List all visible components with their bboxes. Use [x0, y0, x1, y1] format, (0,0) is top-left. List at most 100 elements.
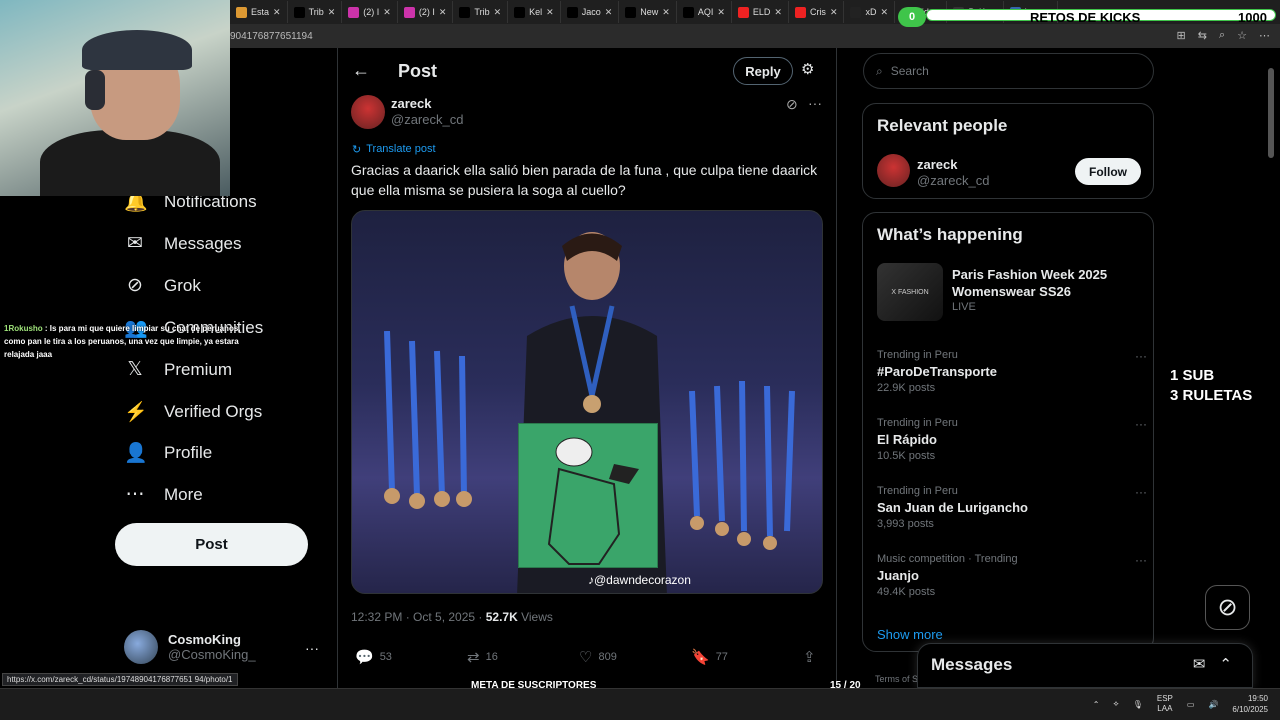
tab-close-icon[interactable]: ✕	[383, 7, 391, 18]
lightning-icon: ⚡	[124, 402, 148, 423]
views-label: Views	[517, 610, 553, 624]
action-count: 77	[715, 651, 728, 663]
trend-more-icon[interactable]: ···	[1135, 417, 1147, 431]
tab-close-icon[interactable]: ✕	[273, 7, 281, 18]
post-media-image[interactable]: ♪@dawndecorazon	[351, 210, 823, 594]
author-avatar[interactable]	[351, 95, 385, 129]
page-scrollbar[interactable]	[1267, 50, 1275, 680]
featured-event-title[interactable]: Paris Fashion Week 2025 Womenswear SS26	[952, 266, 1142, 300]
browser-tab[interactable]: Trib ✕	[453, 1, 509, 23]
reply-button[interactable]: Reply	[733, 57, 793, 85]
compose-post-button[interactable]: Post	[115, 523, 308, 566]
account-switcher[interactable]: CosmoKing @CosmoKing_	[124, 630, 256, 664]
browser-tab[interactable]: AQI ✕	[677, 1, 732, 23]
chat-user: 1Rokusho	[4, 324, 43, 333]
bookmark-icon: 🔖	[691, 649, 710, 666]
author-name[interactable]: zareck	[391, 96, 431, 111]
trend-more-icon[interactable]: ···	[1135, 349, 1147, 363]
network-icon[interactable]: ⟡	[1113, 699, 1118, 709]
tab-close-icon[interactable]: ✕	[328, 7, 336, 18]
browser-tab[interactable]: (2) I ✕	[342, 1, 398, 23]
browser-tab[interactable]: Kel ✕	[508, 1, 561, 23]
media-credit-text: ♪@dawndecorazon	[588, 573, 691, 587]
post-timestamp[interactable]: 12:32 PM · Oct 5, 2025 · 52.7K Views	[351, 610, 553, 624]
tab-favicon-icon	[293, 6, 305, 18]
relevant-person-name[interactable]: zareck	[917, 157, 957, 172]
follow-button[interactable]: Follow	[1075, 158, 1141, 185]
tab-close-icon[interactable]: ✕	[546, 7, 554, 18]
search-placeholder: Search	[890, 64, 929, 78]
tab-close-icon[interactable]: ✕	[717, 7, 725, 18]
nav-item-grok[interactable]: ⊘ Grok	[124, 274, 201, 297]
translate-post-link[interactable]: ↻ Translate post	[352, 143, 436, 156]
relevant-person-avatar[interactable]	[877, 154, 910, 187]
tray-chevron-icon[interactable]: ⌃	[1093, 700, 1100, 709]
new-message-icon[interactable]: ✉	[1193, 655, 1206, 673]
zoom-icon[interactable]: ⌕	[1219, 29, 1225, 42]
like-action[interactable]: ♡ 809	[579, 648, 617, 666]
translate-icon[interactable]: ⇆	[1198, 29, 1207, 42]
tab-close-icon[interactable]: ✕	[439, 7, 447, 18]
whats-happening-card: What’s happening X FASHION Paris Fashion…	[862, 212, 1154, 652]
menu-dots-icon[interactable]: ⋯	[1259, 29, 1270, 42]
reply-action[interactable]: 💬 53	[355, 648, 392, 666]
reply-icon: 💬	[355, 649, 374, 666]
tune-icon[interactable]: ⚙	[801, 60, 814, 78]
browser-tab[interactable]: Jaco ✕	[561, 1, 620, 23]
tab-close-icon[interactable]: ✕	[830, 7, 838, 18]
trend-item[interactable]: Trending in Peru San Juan de Lurigancho 3,…	[877, 485, 1147, 530]
nav-item-messages[interactable]: ✉ Messages	[124, 232, 241, 255]
trend-item[interactable]: Trending in Peru #ParoDeTransporte 22.9K p…	[877, 349, 1147, 394]
bookmark-action[interactable]: 🔖 77	[691, 648, 728, 666]
browser-tab[interactable]: New ✕	[619, 1, 677, 23]
language-indicator[interactable]: ESP LAA	[1157, 694, 1173, 714]
nav-item-label: More	[164, 484, 203, 504]
search-input[interactable]: ⌕ Search	[863, 53, 1154, 89]
trend-more-icon[interactable]: ···	[1135, 553, 1147, 567]
expand-icon[interactable]: ⌃	[1219, 655, 1232, 673]
relevant-person-handle[interactable]: @zareck_cd	[917, 173, 989, 188]
show-more-link[interactable]: Show more	[877, 627, 943, 642]
account-more-icon[interactable]: ···	[305, 640, 319, 656]
tab-close-icon[interactable]: ✕	[605, 7, 613, 18]
browser-tab[interactable]: Esta ✕	[230, 1, 288, 23]
tab-label: ELD	[752, 7, 771, 17]
tab-close-icon[interactable]: ✕	[880, 7, 888, 18]
back-arrow-icon[interactable]: ←	[352, 60, 370, 81]
nav-item-profile[interactable]: 👤 Profile	[124, 441, 212, 465]
browser-tab[interactable]: Cris ✕	[789, 1, 845, 23]
url-text[interactable]: 904176877651194	[230, 31, 313, 42]
browser-tab[interactable]: ELD ✕	[732, 1, 789, 23]
nav-item-more[interactable]: ⋯ More	[124, 483, 203, 506]
nav-item-premium[interactable]: 𝕏 Premium	[124, 358, 232, 381]
bookmark-star-icon[interactable]: ☆	[1237, 29, 1247, 42]
display-icon[interactable]: ▭	[1187, 700, 1195, 709]
volume-icon[interactable]: 🔊	[1208, 700, 1218, 709]
tab-close-icon[interactable]: ✕	[662, 7, 670, 18]
browser-tab[interactable]: (2) I ✕	[398, 1, 454, 23]
author-handle[interactable]: @zareck_cd	[391, 112, 463, 127]
browser-tab[interactable]: Trib ✕	[288, 1, 343, 23]
tab-close-icon[interactable]: ✕	[494, 7, 502, 18]
featured-event-thumbnail[interactable]: X FASHION	[877, 263, 943, 321]
grok-explain-icon[interactable]: ⊘	[786, 96, 798, 113]
repost-action[interactable]: ⇄ 16	[467, 648, 498, 666]
post-more-icon[interactable]: ···	[808, 95, 822, 111]
more-circle-icon: ⋯	[125, 484, 145, 505]
trend-item[interactable]: Music competition · Trending Juanjo 49.4K …	[877, 553, 1147, 598]
share-action[interactable]: ⇪	[803, 648, 822, 666]
browser-tab[interactable]: xD ✕	[844, 1, 896, 23]
trend-more-icon[interactable]: ···	[1135, 485, 1147, 499]
trend-item[interactable]: Trending in Peru El Rápido 10.5K posts ···	[877, 417, 1147, 462]
terms-link[interactable]: Terms of S	[875, 674, 918, 684]
extensions-icon[interactable]: ⊞	[1177, 29, 1186, 42]
grok-floating-button[interactable]: ⊘	[1205, 585, 1250, 630]
clock[interactable]: 19:50 6/10/2025	[1232, 693, 1268, 715]
scrollbar-thumb[interactable]	[1268, 68, 1274, 158]
tab-close-icon[interactable]: ✕	[774, 7, 782, 18]
trend-name: Juanjo	[877, 568, 919, 583]
whats-happening-title: What’s happening	[877, 225, 1023, 244]
messages-drawer[interactable]: Messages ✉ ⌃	[917, 643, 1253, 688]
mic-icon[interactable]: 🎙	[1133, 700, 1143, 709]
nav-item-verified-orgs[interactable]: ⚡ Verified Orgs	[124, 400, 262, 424]
